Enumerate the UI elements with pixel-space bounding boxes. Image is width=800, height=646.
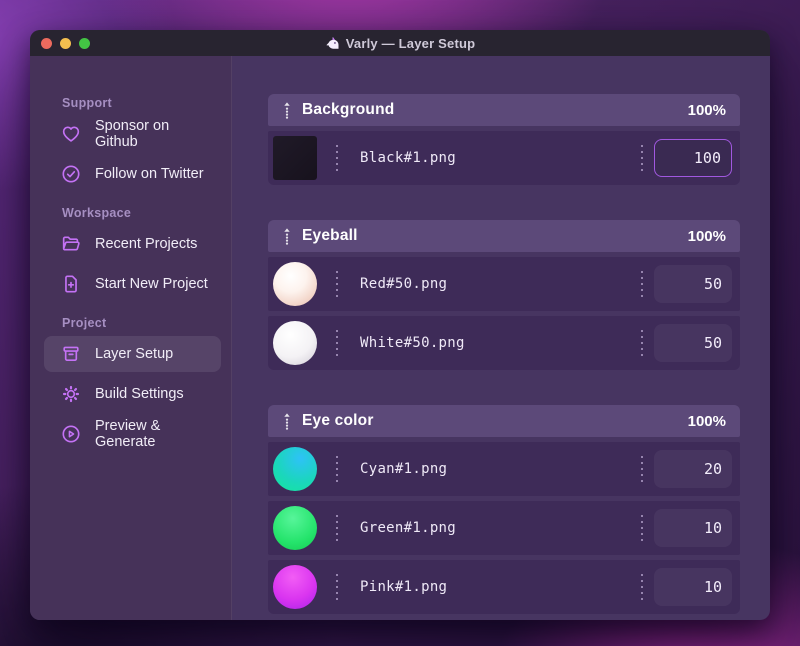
- layer-weight-input[interactable]: [654, 509, 732, 547]
- layer-row: White#50.png: [268, 316, 740, 370]
- group-weight: 100%: [687, 412, 726, 430]
- sidebar-item-label: Build Settings: [95, 386, 184, 402]
- layer-file-name: Cyan#1.png: [360, 461, 448, 477]
- folder-icon: [60, 233, 82, 255]
- layer-thumbnail: [273, 321, 317, 365]
- sidebar-item-sponsor-github[interactable]: Sponsor on Github: [44, 116, 221, 152]
- group-name: Eye color: [302, 412, 374, 429]
- drag-handle-icon[interactable]: [282, 227, 292, 245]
- archive-box-icon: [60, 343, 82, 365]
- layer-thumbnail: [273, 262, 317, 306]
- group-weight: 100%: [687, 227, 726, 245]
- layer-group-eyeball: Eyeball 100% Red#50.png White#50.png: [268, 220, 740, 370]
- layer-weight-input[interactable]: [654, 450, 732, 488]
- group-header: Background 100%: [268, 94, 740, 126]
- layer-weight-input[interactable]: [654, 324, 732, 362]
- layer-weight-input[interactable]: [654, 568, 732, 606]
- group-name: Background: [302, 101, 395, 118]
- group-header: Eye color 100%: [268, 405, 740, 437]
- drag-handle-icon[interactable]: [282, 412, 292, 430]
- layer-thumbnail: [273, 447, 317, 491]
- section-label-workspace: Workspace: [62, 206, 132, 220]
- layer-weight-input[interactable]: [654, 139, 732, 177]
- divider-dotted: [336, 515, 338, 541]
- layer-row: Black#1.png: [268, 131, 740, 185]
- play-circle-icon: [60, 423, 82, 445]
- layer-group-eye-color: Eye color 100% Cyan#1.png Green#1.png: [268, 405, 740, 614]
- titlebar: Varly — Layer Setup: [30, 30, 770, 56]
- sidebar-item-recent-projects[interactable]: Recent Projects: [44, 226, 221, 262]
- section-label-support: Support: [62, 96, 113, 110]
- divider-dotted: [336, 330, 338, 356]
- divider-dotted: [336, 271, 338, 297]
- sidebar-item-follow-twitter[interactable]: Follow on Twitter: [44, 156, 221, 192]
- group-weight: 100%: [687, 101, 726, 119]
- divider-dotted: [336, 456, 338, 482]
- layer-file-name: Black#1.png: [360, 150, 457, 166]
- sidebar-item-build-settings[interactable]: Build Settings: [44, 376, 221, 412]
- divider-dotted: [336, 145, 338, 171]
- layer-thumbnail: [273, 565, 317, 609]
- layer-file-name: White#50.png: [360, 335, 465, 351]
- section-label-project: Project: [62, 316, 107, 330]
- divider-dotted: [641, 271, 643, 297]
- layer-thumbnail: [273, 136, 317, 180]
- divider-dotted: [336, 574, 338, 600]
- heart-icon: [60, 123, 82, 145]
- document-plus-icon: [60, 273, 82, 295]
- divider-dotted: [641, 456, 643, 482]
- layer-group-background: Background 100% Black#1.png: [268, 94, 740, 185]
- sidebar-item-label: Start New Project: [95, 276, 208, 292]
- check-circle-icon: [60, 163, 82, 185]
- window-title-text: Varly — Layer Setup: [345, 35, 476, 51]
- drag-handle-icon[interactable]: [282, 101, 292, 119]
- sidebar-item-label: Preview & Generate: [95, 418, 161, 450]
- layer-weight-input[interactable]: [654, 265, 732, 303]
- sidebar-item-start-new-project[interactable]: Start New Project: [44, 266, 221, 302]
- divider-dotted: [641, 574, 643, 600]
- layer-file-name: Pink#1.png: [360, 579, 448, 595]
- layer-row: Cyan#1.png: [268, 442, 740, 496]
- group-name: Eyeball: [302, 227, 358, 244]
- layer-thumbnail: [273, 506, 317, 550]
- window-title: Varly — Layer Setup: [30, 36, 770, 51]
- sidebar-item-label: Recent Projects: [95, 236, 198, 252]
- sidebar: Support Sponsor on Github Follow on Twit…: [30, 56, 232, 620]
- app-window: Varly — Layer Setup Support Sponsor on G…: [30, 30, 770, 620]
- layer-setup-panel: Background 100% Black#1.png Eyeball: [232, 56, 770, 620]
- unicorn-icon: [326, 36, 339, 49]
- sidebar-item-layer-setup[interactable]: Layer Setup: [44, 336, 221, 372]
- sidebar-item-label: Sponsor on Github: [95, 118, 170, 150]
- layer-file-name: Green#1.png: [360, 520, 457, 536]
- sidebar-item-preview-generate[interactable]: Preview & Generate: [44, 416, 221, 452]
- layer-row: Pink#1.png: [268, 560, 740, 614]
- layer-row: Red#50.png: [268, 257, 740, 311]
- layer-row: Green#1.png: [268, 501, 740, 555]
- divider-dotted: [641, 515, 643, 541]
- layer-file-name: Red#50.png: [360, 276, 448, 292]
- sidebar-item-label: Follow on Twitter: [95, 166, 204, 182]
- sidebar-item-label: Layer Setup: [95, 346, 174, 362]
- divider-dotted: [641, 145, 643, 171]
- divider-dotted: [641, 330, 643, 356]
- gear-icon: [60, 383, 82, 405]
- group-header: Eyeball 100%: [268, 220, 740, 252]
